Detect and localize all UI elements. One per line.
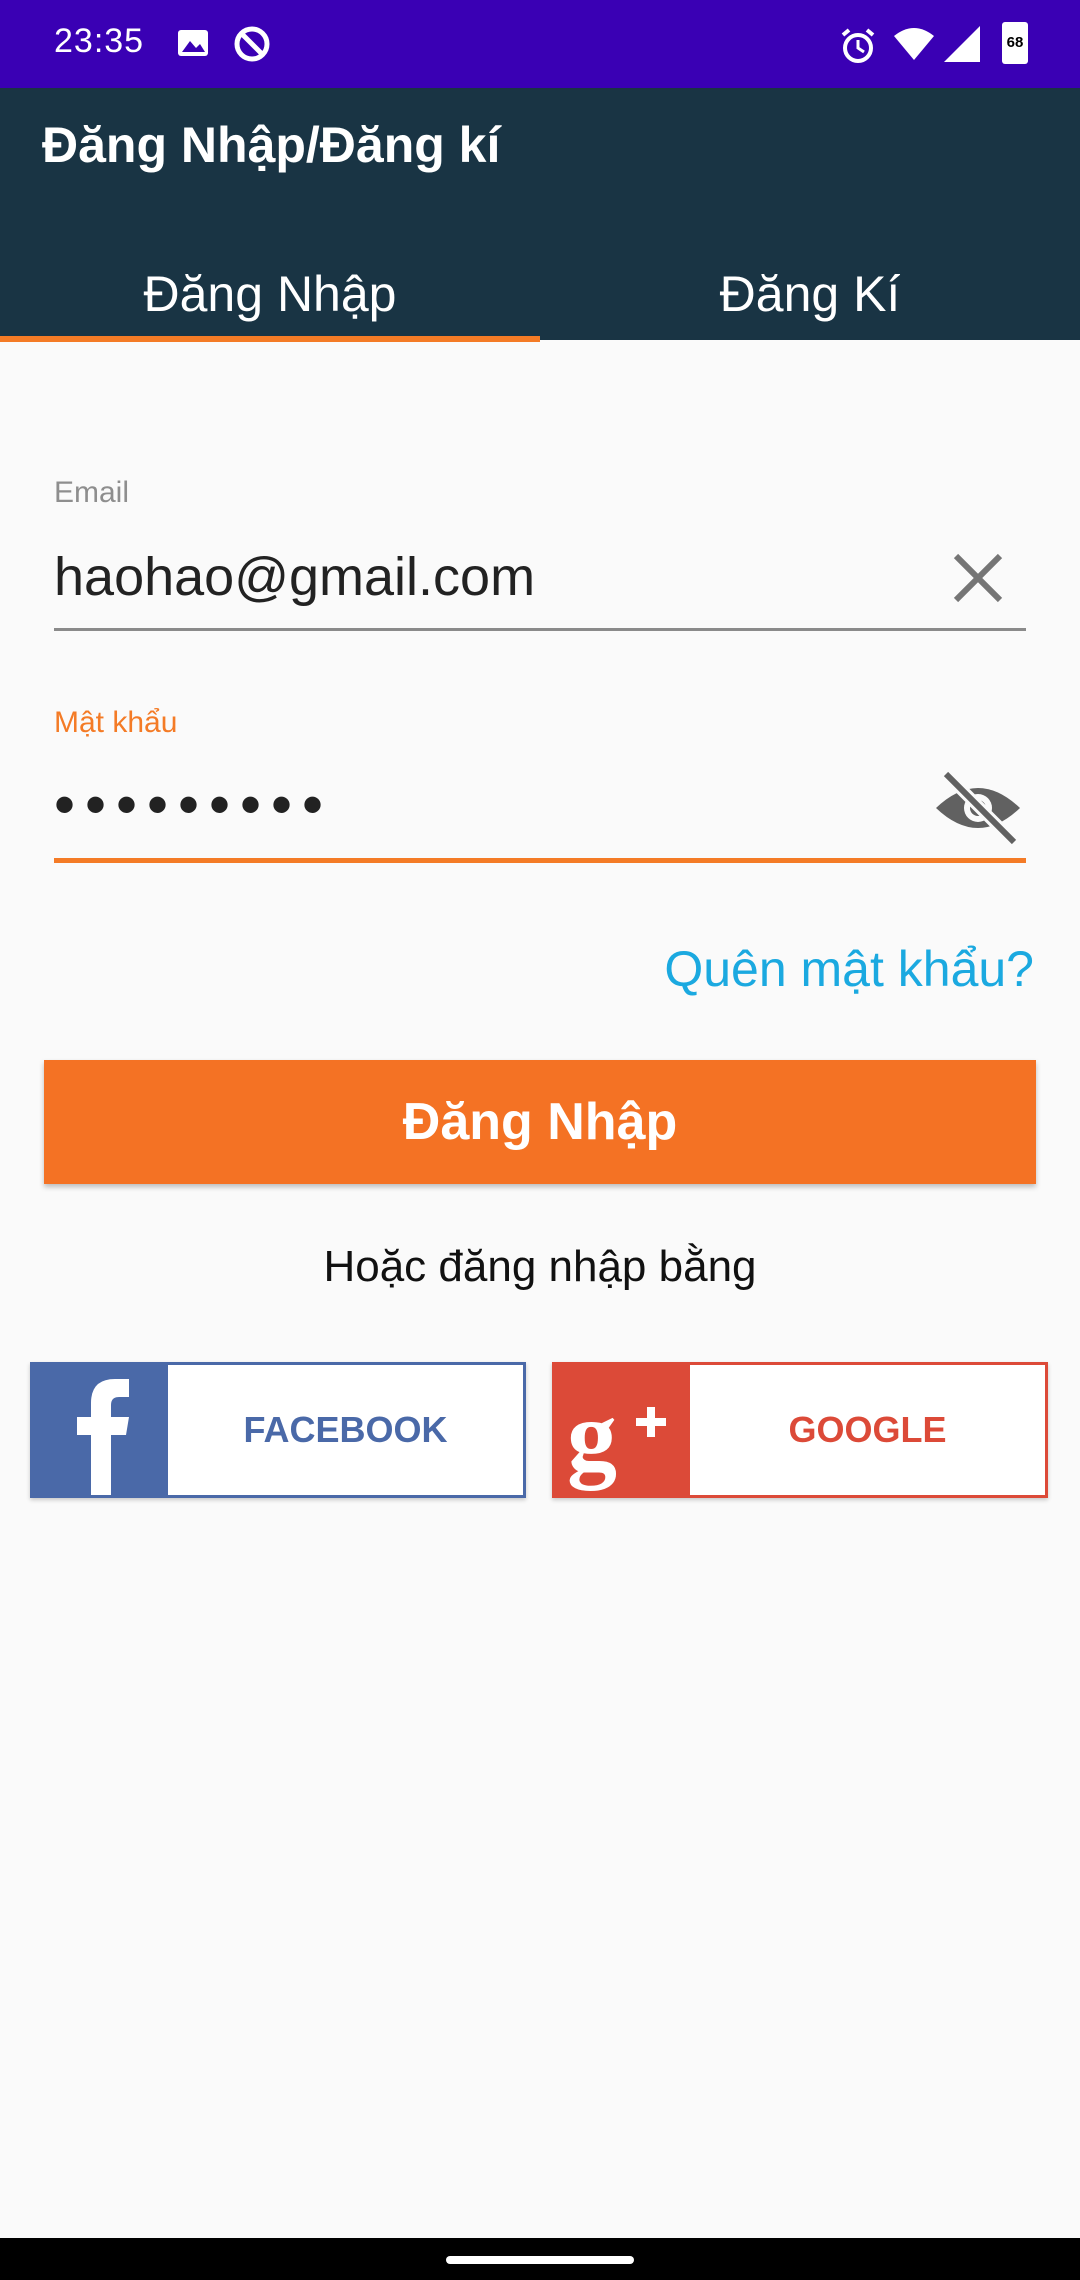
email-field[interactable]: haohao@gmail.com [54, 546, 535, 608]
wifi-icon [894, 28, 934, 60]
eye-off-icon[interactable] [932, 768, 1024, 846]
close-icon[interactable] [948, 548, 1008, 608]
login-button[interactable]: Đăng Nhập [44, 1060, 1036, 1184]
app-bar: Đăng Nhập/Đăng kí Đăng Nhập Đăng Kí [0, 88, 1080, 342]
google-login-button[interactable]: g GOOGLE [552, 1362, 1048, 1498]
battery-level: 68 [1006, 34, 1024, 51]
page-title: Đăng Nhập/Đăng kí [42, 117, 501, 173]
svg-text:g: g [567, 1380, 617, 1491]
password-underline [54, 858, 1026, 863]
status-bar: 23:35 68 [0, 0, 1080, 88]
password-field[interactable]: ••••••••• [54, 770, 333, 839]
tab-register[interactable]: Đăng Kí [540, 248, 1080, 340]
password-label: Mật khẩu [54, 706, 178, 739]
signal-icon [944, 26, 980, 62]
login-screen: 23:35 68 Đăng Nhập/Đăng kí Đăng Nhập Đăn… [0, 0, 1080, 2280]
facebook-logo [33, 1365, 168, 1495]
email-label: Email [54, 476, 130, 509]
google-plus-icon: g [567, 1380, 666, 1491]
google-label: GOOGLE [788, 1409, 947, 1450]
alternative-login-text: Hoặc đăng nhập bằng [323, 1242, 757, 1291]
sync-icon [234, 26, 270, 62]
home-gesture-handle[interactable] [446, 2256, 634, 2264]
image-icon [178, 30, 208, 56]
facebook-icon [77, 1379, 129, 1495]
facebook-label: FACEBOOK [243, 1409, 448, 1450]
alarm-icon [841, 28, 875, 63]
battery-icon: 68 [1002, 22, 1028, 64]
status-time: 23:35 [54, 22, 145, 60]
facebook-login-button[interactable]: FACEBOOK [30, 1362, 526, 1498]
navigation-bar [0, 2238, 1080, 2280]
forgot-password-link[interactable]: Quên mật khẩu? [664, 940, 1034, 998]
tab-indicator [0, 336, 540, 342]
tab-login[interactable]: Đăng Nhập [0, 248, 540, 340]
email-underline [54, 628, 1026, 631]
google-logo: g [555, 1365, 690, 1495]
